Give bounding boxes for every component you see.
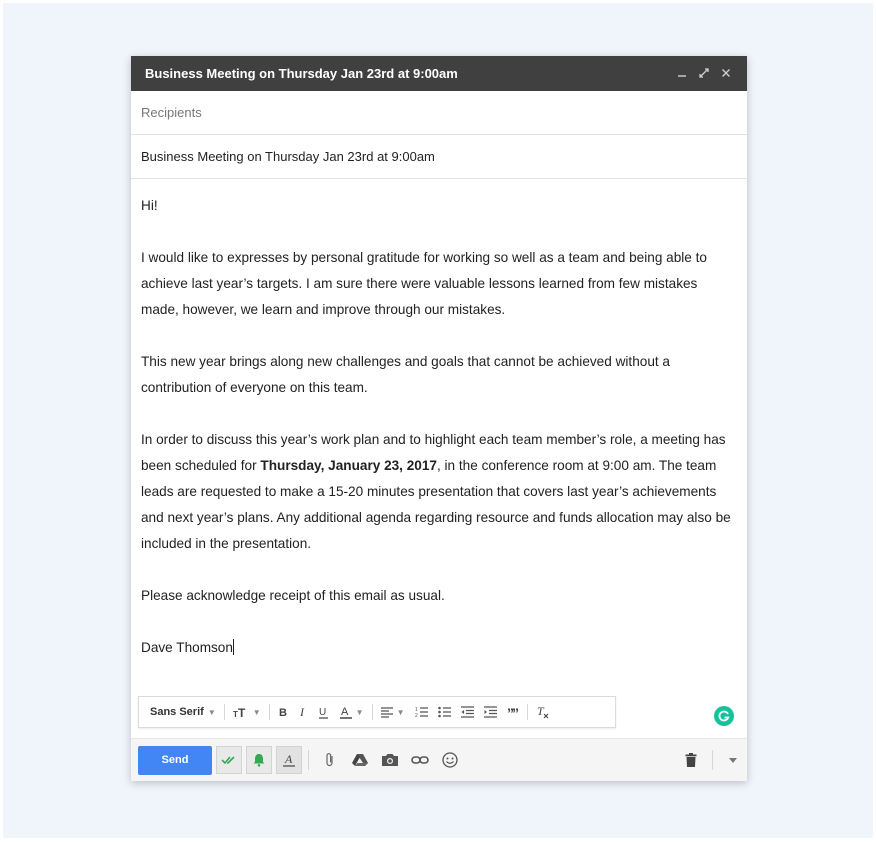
action-divider	[308, 750, 309, 770]
compose-title-bar[interactable]: Business Meeting on Thursday Jan 23rd at…	[131, 56, 747, 91]
action-divider	[712, 750, 713, 770]
close-icon[interactable]	[715, 66, 737, 81]
recipients-placeholder: Recipients	[141, 105, 202, 120]
align-icon[interactable]: ▼	[376, 697, 410, 727]
more-options-chevron-icon[interactable]	[719, 746, 747, 774]
font-family-select[interactable]: Sans Serif ▼	[145, 697, 221, 727]
expand-icon[interactable]	[693, 66, 715, 81]
svg-text:2: 2	[415, 713, 418, 718]
message-body[interactable]: Hi! I would like to expresses by persona…	[131, 179, 747, 661]
remove-formatting-icon[interactable]: T	[531, 697, 555, 727]
toolbar-divider	[371, 704, 373, 720]
quote-icon[interactable]: ””	[502, 697, 524, 727]
camera-icon[interactable]	[375, 746, 405, 774]
recipients-field[interactable]: Recipients	[131, 91, 747, 135]
svg-text:”: ”	[512, 707, 519, 717]
numbered-list-icon[interactable]: 12	[410, 697, 433, 727]
compose-action-bar: Send A	[131, 738, 747, 781]
chevron-down-icon: ▼	[355, 707, 364, 717]
drive-icon[interactable]	[345, 746, 375, 774]
meeting-date-bold: Thursday, January 23, 2017	[260, 458, 437, 473]
trash-icon[interactable]	[676, 746, 706, 774]
svg-text:A: A	[341, 706, 349, 718]
signature-line: Dave Thomson	[141, 635, 737, 661]
minimize-icon[interactable]	[671, 66, 693, 81]
chevron-down-icon: ▼	[207, 707, 216, 717]
indent-more-icon[interactable]	[479, 697, 502, 727]
bold-icon[interactable]: B	[273, 697, 293, 727]
bulleted-list-icon[interactable]	[433, 697, 456, 727]
subject-field[interactable]: Business Meeting on Thursday Jan 23rd at…	[131, 135, 747, 179]
bell-icon[interactable]	[246, 746, 272, 774]
font-size-icon[interactable]: TT ▼	[228, 697, 266, 727]
body-paragraph-4: Please acknowledge receipt of this email…	[141, 588, 445, 603]
toolbar-divider	[268, 704, 270, 720]
compose-title: Business Meeting on Thursday Jan 23rd at…	[145, 66, 458, 81]
font-family-value: Sans Serif	[150, 706, 204, 718]
body-paragraph-1: I would like to expresses by personal gr…	[141, 250, 707, 317]
chevron-down-icon: ▼	[396, 707, 405, 717]
indent-less-icon[interactable]	[456, 697, 479, 727]
svg-text:T: T	[238, 706, 246, 718]
chevron-down-icon: ▼	[252, 707, 261, 717]
svg-text:U: U	[319, 707, 326, 718]
greeting-text: Hi!	[141, 198, 158, 213]
subject-value: Business Meeting on Thursday Jan 23rd at…	[141, 149, 435, 164]
attach-icon[interactable]	[315, 746, 345, 774]
italic-icon[interactable]: I	[293, 697, 313, 727]
send-button[interactable]: Send	[138, 745, 212, 775]
grammarly-icon[interactable]	[714, 706, 734, 726]
double-check-icon[interactable]	[216, 746, 242, 774]
emoji-icon[interactable]	[435, 746, 465, 774]
svg-text:T: T	[537, 705, 545, 718]
body-paragraph-2: This new year brings along new challenge…	[141, 354, 670, 395]
formatting-options-icon[interactable]: A	[276, 746, 302, 774]
body-paragraph-3: In order to discuss this year’s work pla…	[141, 427, 737, 557]
svg-text:A: A	[284, 753, 293, 766]
svg-text:B: B	[279, 707, 287, 718]
svg-text:I: I	[299, 706, 305, 718]
signature-text: Dave Thomson	[141, 640, 233, 655]
underline-icon[interactable]: U	[313, 697, 335, 727]
compose-window: Business Meeting on Thursday Jan 23rd at…	[131, 56, 747, 781]
text-color-icon[interactable]: A ▼	[335, 697, 369, 727]
toolbar-divider	[526, 704, 528, 720]
formatting-toolbar: Sans Serif ▼ TT ▼ B I U A ▼ ▼ 12 ” ” T	[138, 696, 616, 728]
link-icon[interactable]	[405, 746, 435, 774]
toolbar-divider	[223, 704, 225, 720]
text-cursor	[232, 639, 234, 655]
